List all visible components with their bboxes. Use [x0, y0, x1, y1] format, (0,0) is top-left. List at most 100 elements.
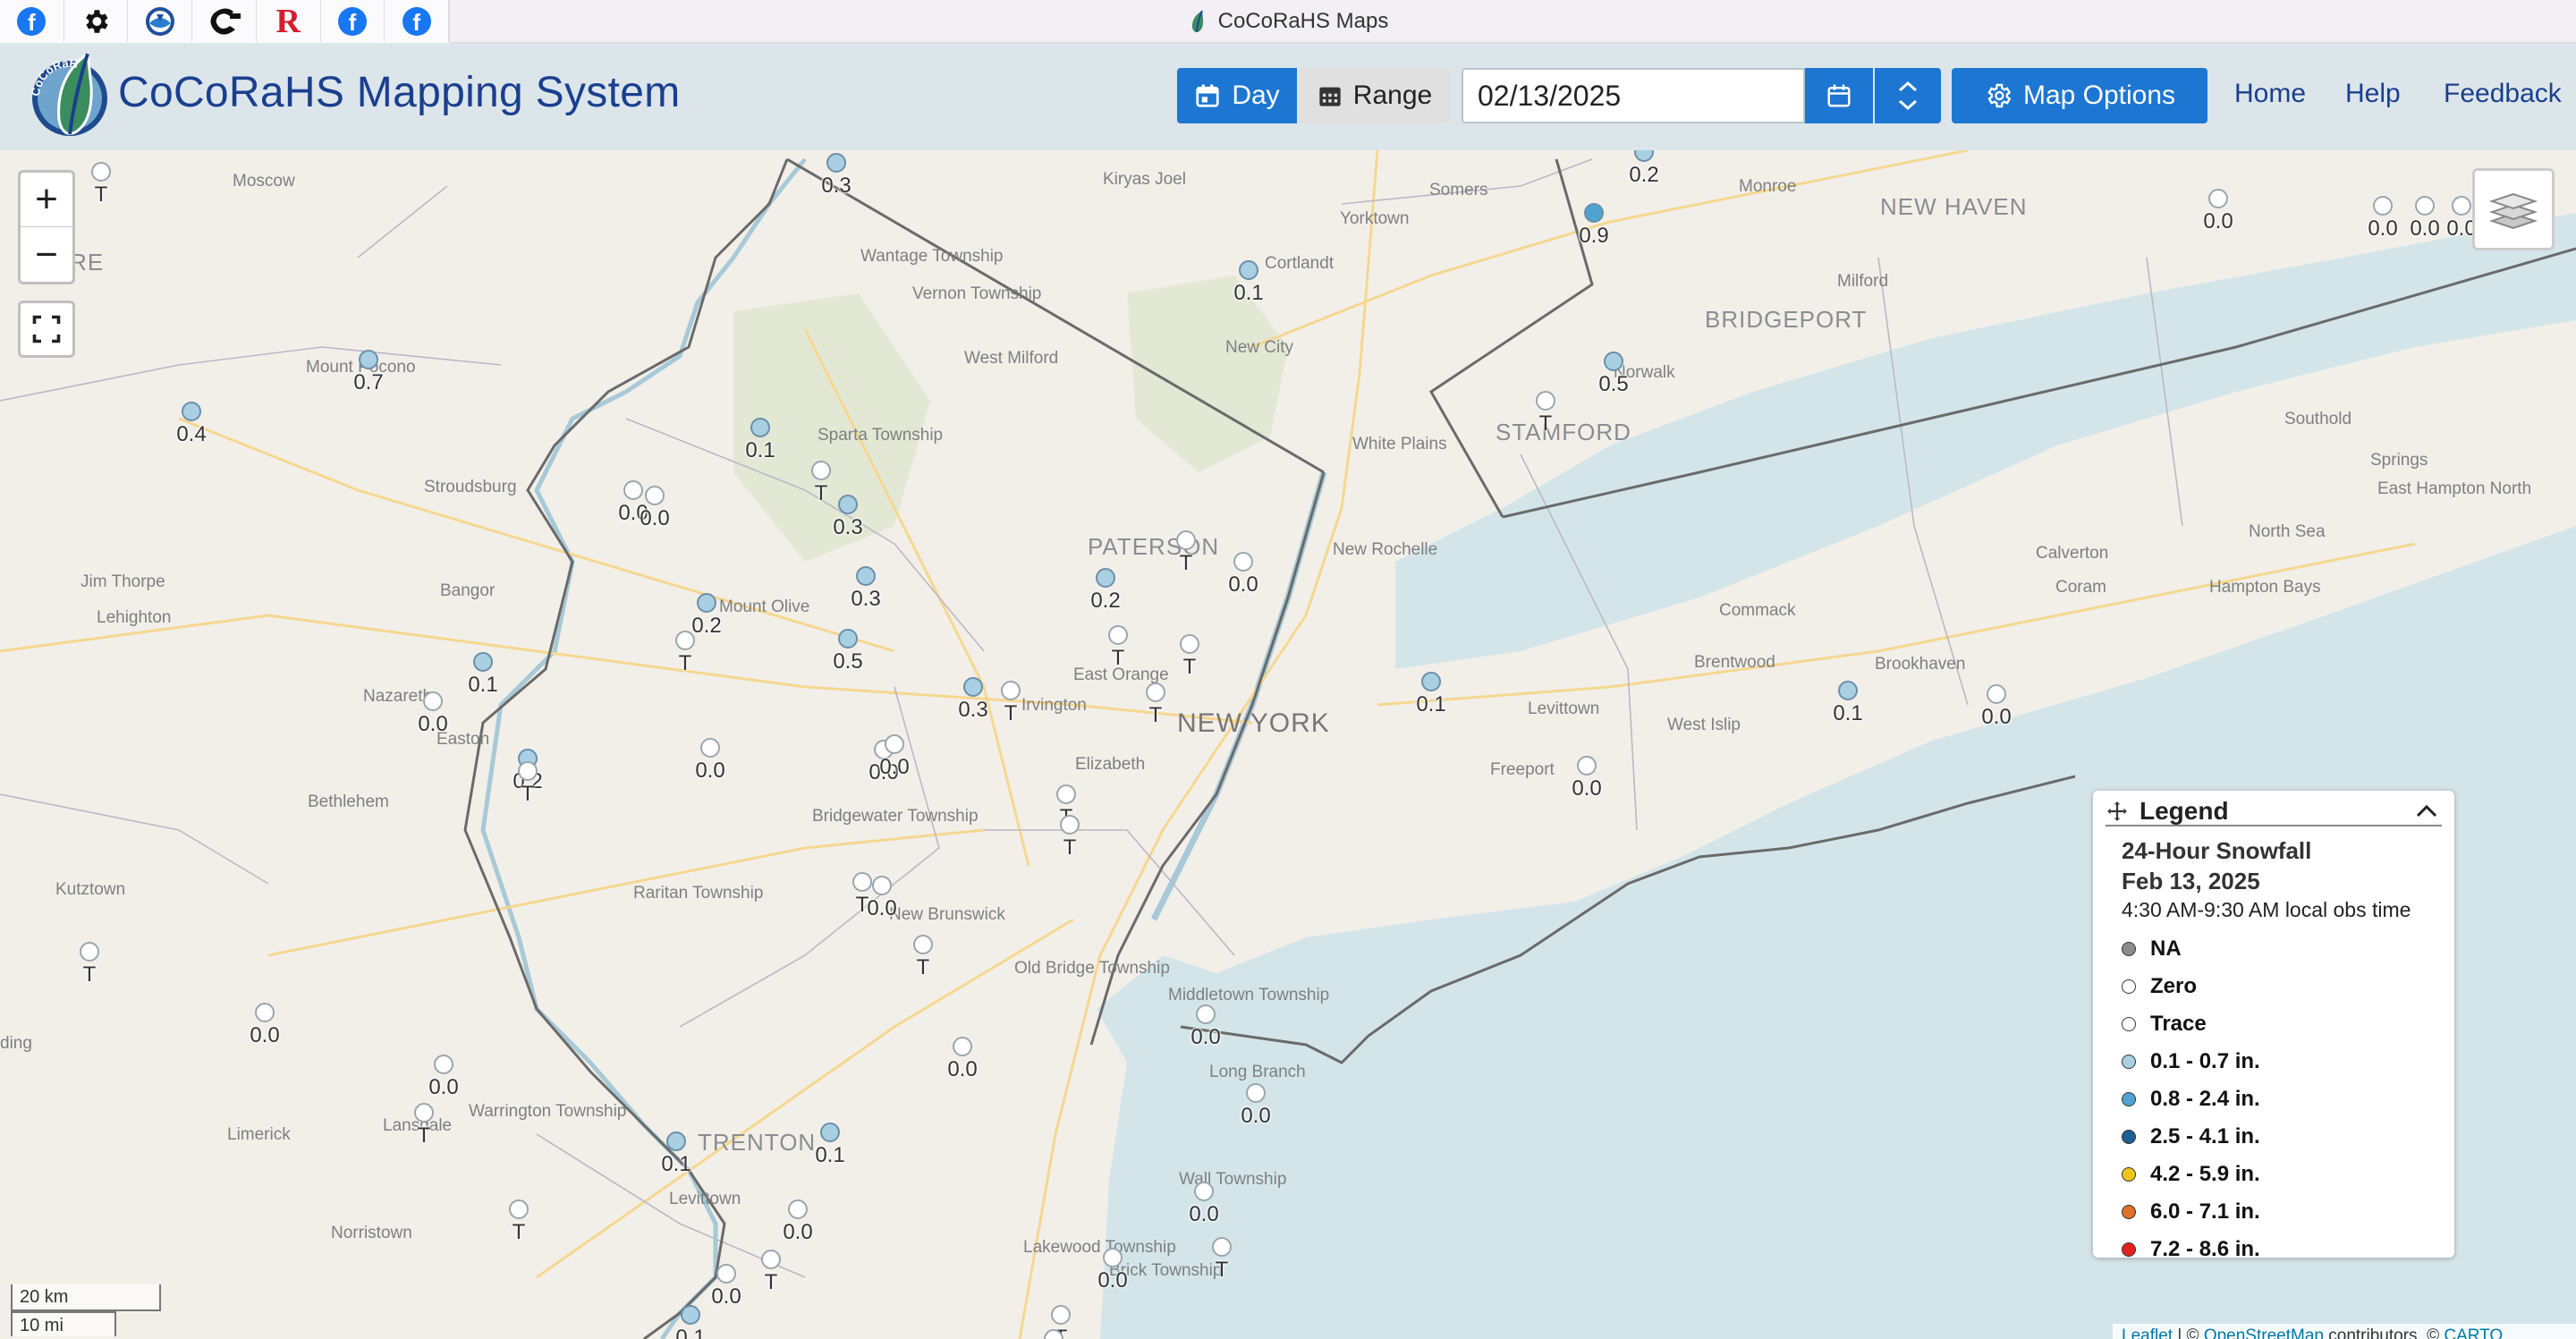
station-dot[interactable] — [700, 738, 720, 758]
station-dot[interactable] — [788, 1199, 808, 1219]
station-dot[interactable] — [811, 461, 831, 480]
station-dot[interactable] — [1233, 552, 1253, 572]
legend-swatch — [2122, 942, 2136, 956]
station-dot[interactable] — [1239, 260, 1258, 280]
station-dot[interactable] — [1212, 1237, 1232, 1257]
station-dot[interactable] — [856, 566, 876, 586]
chevron-up-icon[interactable] — [2413, 798, 2440, 825]
carto-link[interactable]: CARTO — [2444, 1326, 2503, 1339]
app-header: CoCoRaHS CoCoRaHS Mapping System Day Ran… — [0, 43, 2576, 150]
station-dot[interactable] — [80, 942, 99, 962]
station-dot[interactable] — [473, 652, 493, 672]
legend-panel[interactable]: Legend 24-Hour Snowfall Feb 13, 2025 4:3… — [2093, 791, 2454, 1261]
station-dot[interactable] — [820, 1123, 840, 1142]
r-logo-icon[interactable]: R — [257, 0, 321, 42]
station-dot[interactable] — [1838, 681, 1858, 700]
station-dot[interactable] — [1604, 352, 1623, 371]
station-dot[interactable] — [518, 761, 538, 781]
legend-label: Trace — [2150, 1012, 2207, 1036]
day-button[interactable]: Day — [1177, 68, 1297, 123]
station-dot[interactable] — [623, 480, 643, 500]
date-stepper[interactable] — [1875, 68, 1941, 123]
station-dot[interactable] — [963, 677, 983, 697]
station-dot[interactable] — [1196, 1004, 1216, 1024]
station-dot[interactable] — [2452, 196, 2471, 216]
station-dot[interactable] — [2373, 196, 2393, 216]
station-dot[interactable] — [697, 593, 716, 613]
station-dot[interactable] — [1246, 1083, 1266, 1103]
osm-link[interactable]: OpenStreetMap — [2204, 1326, 2324, 1339]
station-dot[interactable] — [666, 1131, 686, 1151]
station-dot[interactable] — [675, 631, 695, 650]
move-icon[interactable] — [2106, 800, 2129, 823]
station-value: 0.1 — [1416, 692, 1446, 716]
station-dot[interactable] — [509, 1199, 529, 1219]
station-dot[interactable] — [750, 418, 770, 437]
station-dot[interactable] — [359, 350, 378, 369]
station-dot[interactable] — [414, 1103, 434, 1123]
nav-help[interactable]: Help — [2345, 79, 2401, 109]
legend-header[interactable]: Legend — [2106, 797, 2442, 826]
leaflet-link[interactable]: Leaflet — [2122, 1326, 2173, 1339]
station-dot[interactable] — [1987, 684, 2006, 704]
station-dot[interactable] — [1577, 756, 1597, 775]
gear-icon[interactable] — [64, 0, 129, 42]
station-dot[interactable] — [872, 876, 892, 895]
station-dot[interactable] — [1051, 1305, 1071, 1325]
station-dot[interactable] — [1060, 815, 1080, 835]
map-options-button[interactable]: Map Options — [1952, 68, 2207, 123]
station-dot[interactable] — [1096, 568, 1115, 588]
chevron-down-icon[interactable] — [1896, 97, 1919, 112]
place-label: Middletown Township — [1168, 986, 1330, 1004]
station-dot[interactable] — [423, 691, 443, 711]
station-dot[interactable] — [434, 1055, 453, 1074]
station-dot[interactable] — [1103, 1248, 1123, 1267]
station-dot[interactable] — [716, 1264, 736, 1284]
calendar-picker-button[interactable] — [1805, 68, 1873, 123]
station-dot[interactable] — [182, 402, 201, 421]
zoom-in-button[interactable]: + — [21, 173, 72, 227]
station-dot[interactable] — [1194, 1182, 1214, 1201]
station-value: 0.0 — [947, 1057, 978, 1081]
station-dot[interactable] — [852, 872, 872, 892]
station-dot[interactable] — [1180, 634, 1199, 654]
station-dot[interactable] — [2415, 196, 2435, 216]
station-dot[interactable] — [913, 935, 933, 954]
station-dot[interactable] — [2208, 189, 2228, 208]
c-logo-icon[interactable] — [192, 0, 257, 42]
station-dot[interactable] — [1584, 203, 1604, 223]
station-dot[interactable] — [838, 495, 858, 514]
place-label: Old Bridge Township — [1014, 959, 1170, 978]
station-dot[interactable] — [645, 486, 665, 505]
facebook-icon[interactable]: f — [321, 0, 386, 42]
date-input[interactable] — [1462, 68, 1805, 123]
nav-feedback[interactable]: Feedback — [2444, 79, 2562, 109]
station-dot[interactable] — [885, 734, 904, 754]
station-dot[interactable] — [1421, 672, 1441, 691]
nav-home[interactable]: Home — [2234, 79, 2306, 109]
facebook-icon[interactable]: f — [385, 0, 450, 42]
legend-swatch — [2122, 1092, 2136, 1106]
station-dot[interactable] — [255, 1003, 275, 1022]
fullscreen-button[interactable] — [18, 301, 75, 358]
station-dot[interactable] — [761, 1250, 781, 1269]
layers-button[interactable] — [2472, 168, 2555, 250]
station-dot[interactable] — [1176, 530, 1196, 550]
cocorahs-logo-icon[interactable]: CoCoRaHS — [23, 50, 116, 143]
legend-label: 2.5 - 4.1 in. — [2150, 1124, 2260, 1148]
zoom-out-button[interactable]: − — [21, 227, 72, 282]
station-dot[interactable] — [1536, 391, 1555, 411]
map-canvas[interactable]: Moscow Kiryas Joel Somers Monroe NEW HAV… — [0, 150, 2576, 1339]
facebook-icon[interactable]: f — [0, 0, 64, 42]
station-dot[interactable] — [91, 162, 111, 182]
noaa-icon[interactable] — [128, 0, 193, 42]
station-dot[interactable] — [953, 1037, 972, 1056]
station-dot[interactable] — [838, 629, 858, 648]
station-dot[interactable] — [1108, 625, 1128, 645]
station-dot[interactable] — [826, 153, 846, 173]
station-dot[interactable] — [1056, 784, 1076, 804]
station-dot[interactable] — [681, 1305, 700, 1325]
chevron-up-icon[interactable] — [1896, 80, 1919, 94]
range-button[interactable]: Range — [1299, 68, 1451, 123]
station-dot[interactable] — [1146, 682, 1165, 702]
